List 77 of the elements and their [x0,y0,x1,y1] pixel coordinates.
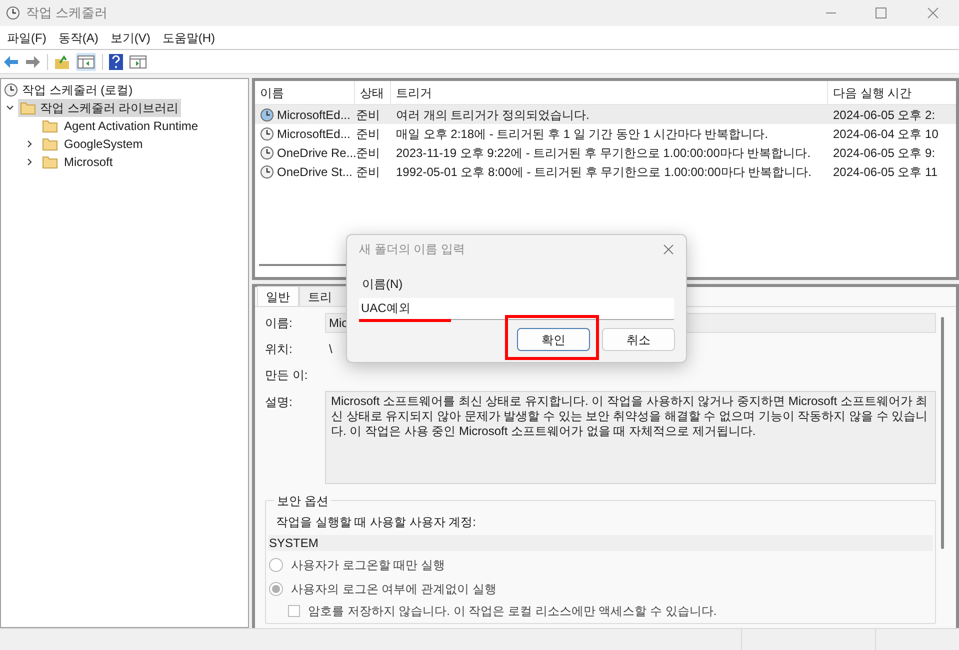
dialog-title: 새 폴더의 이름 입력 [359,241,466,258]
field-label: 위치: [265,341,294,358]
field-label: 설명: [265,394,294,411]
dialog-button[interactable]: 취소 [602,328,675,351]
close-icon[interactable] [663,244,674,254]
table-cell-text: 2024-06-05 오후 2: [832,106,936,124]
back-arrow-icon[interactable] [3,54,19,68]
menu-item[interactable]: 동작(A) [53,28,104,46]
chevron-icon[interactable] [26,140,34,148]
clock-icon [6,6,20,20]
field-label: 만든 이: [265,367,309,384]
tree-item[interactable]: Agent Activation Runtime [40,117,200,135]
window-title: 작업 스케줄러 [26,4,108,22]
column-header[interactable]: 다음 실행 시간 [828,81,956,104]
table-cell-text: MicrosoftEd... [277,126,350,142]
table-cell-text: 준비 [355,106,381,124]
tree-item[interactable]: GoogleSystem [40,135,145,153]
folder-up-icon[interactable] [54,54,70,70]
folder-icon [42,137,58,151]
checkbox[interactable] [288,605,300,617]
clock-icon [260,108,274,122]
menu-item[interactable]: 보기(V) [105,28,156,46]
chevron-icon[interactable] [6,104,14,112]
clock-icon [260,164,274,178]
tree-item[interactable]: 작업 스케줄러 라이브러리 [18,99,181,117]
column-header[interactable]: 상태 [355,81,391,104]
table-row[interactable]: OneDrive Re...준비 2023-11-19 오후 9:22에 - 트리거된 후 무기한으로 1.00:00:00마다 반복합니다. 2024-06-05 오후 9: [255,143,956,162]
forward-arrow-icon[interactable] [25,54,41,68]
table-cell-text: 준비 [355,164,381,180]
radio-label: 사용자가 로그온할 때만 실행 [291,557,446,574]
tab[interactable]: 일반 [257,286,299,306]
folder-icon [20,101,36,115]
input-field[interactable]: UAC예외 [359,298,674,320]
close-icon[interactable] [927,7,939,19]
menu-item[interactable]: 도움말(H) [157,28,220,46]
account-field: SYSTEM [268,535,933,551]
table-cell-text: 1992-05-01 오후 8:00에 - 트리거된 후 무기한으로 1.00:00:00마다 반복합니다. [395,164,812,180]
help-icon[interactable] [109,54,123,70]
clock-icon [260,126,274,140]
table-cell-text: 준비 [355,126,381,142]
table-cell-text: 2024-06-05 오후 9: [832,144,936,162]
table-cell-text: MicrosoftEd... [277,106,350,124]
clock-icon [4,83,18,97]
dialog-button[interactable]: 확인 [517,328,590,351]
radio-label: 사용자의 로그온 여부에 관계없이 실행 [291,581,496,598]
checkbox-label: 암호를 저장하지 않습니다. 이 작업은 로컬 리소스에만 액세스할 수 있습니다. [308,603,717,620]
chevron-icon[interactable] [26,158,34,166]
scrollbar-thumb[interactable] [941,317,944,549]
tree-item[interactable]: 작업 스케줄러 (로컬) [22,81,133,99]
table-cell-text: 여러 개의 트리거가 정의되었습니다. [395,106,590,124]
folder-icon [42,119,58,133]
table-cell-text: 준비 [356,144,381,162]
menu-item[interactable]: 파일(F) [2,28,52,46]
column-header[interactable]: 이름 [255,81,355,104]
radio-button[interactable] [269,558,283,572]
tree-item[interactable]: Microsoft [40,153,115,171]
folder-icon [42,155,58,169]
table-cell-text: OneDrive St... [277,164,352,180]
table-cell-text: 2024-06-04 오후 10 [832,126,938,142]
table-row[interactable]: MicrosoftEd... 준비 여러 개의 트리거가 정의되었습니다. 2024-06-05 오후 2: [255,105,956,124]
description-field: Microsoft 소프트웨어를 최신 상태로 유지합니다. 이 작업을 사용하지 않거나 중지하면 Microsoft 소프트웨어가 최신 상태로 유지되지 않아 문제가 발생할 수 있는 보안 취약성을 해결할 수 없으며 기능이 작동하지 않을 수 있습니다. 이 작업은 사용 중인 Microsoft 소프트웨어가 없을 때 자체적으로 제거됩니다. [325,391,936,484]
table-cell-text: OneDrive Re... [277,144,356,162]
clock-icon [260,146,274,160]
field-label: 이름(N) [362,276,404,293]
table-row[interactable]: OneDrive St... 준비 1992-05-01 오후 8:00에 - 트리거된 후 무기한으로 1.00:00:00마다 반복합니다. 2024-06-05 오후 11 [255,162,956,181]
field-label: 이름: [265,315,294,332]
account-label: 작업을 실행할 때 사용할 사용자 계정: [276,514,478,531]
table-row[interactable]: MicrosoftEd... 준비 매일 오후 2:18에 - 트리거된 후 1 일 기간 동안 1 시간마다 반복합니다. 2024-06-04 오후 10 [255,124,956,143]
pane-view-icon[interactable] [129,54,147,70]
table-cell-text: 2024-06-05 오후 11 [832,164,938,180]
radio-button[interactable] [269,582,283,596]
table-cell-text: 2023-11-19 오후 9:22에 - 트리거된 후 무기한으로 1.00:00:00마다 반복합니다. [395,144,812,162]
pane-view-icon[interactable] [76,52,96,70]
location-field: \ [325,340,336,358]
column-header[interactable]: 트리거 [391,81,828,104]
table-cell-text: 매일 오후 2:18에 - 트리거된 후 1 일 기간 동안 1 시간마다 반복합니다. [395,126,770,142]
maximize-icon[interactable] [875,7,887,19]
